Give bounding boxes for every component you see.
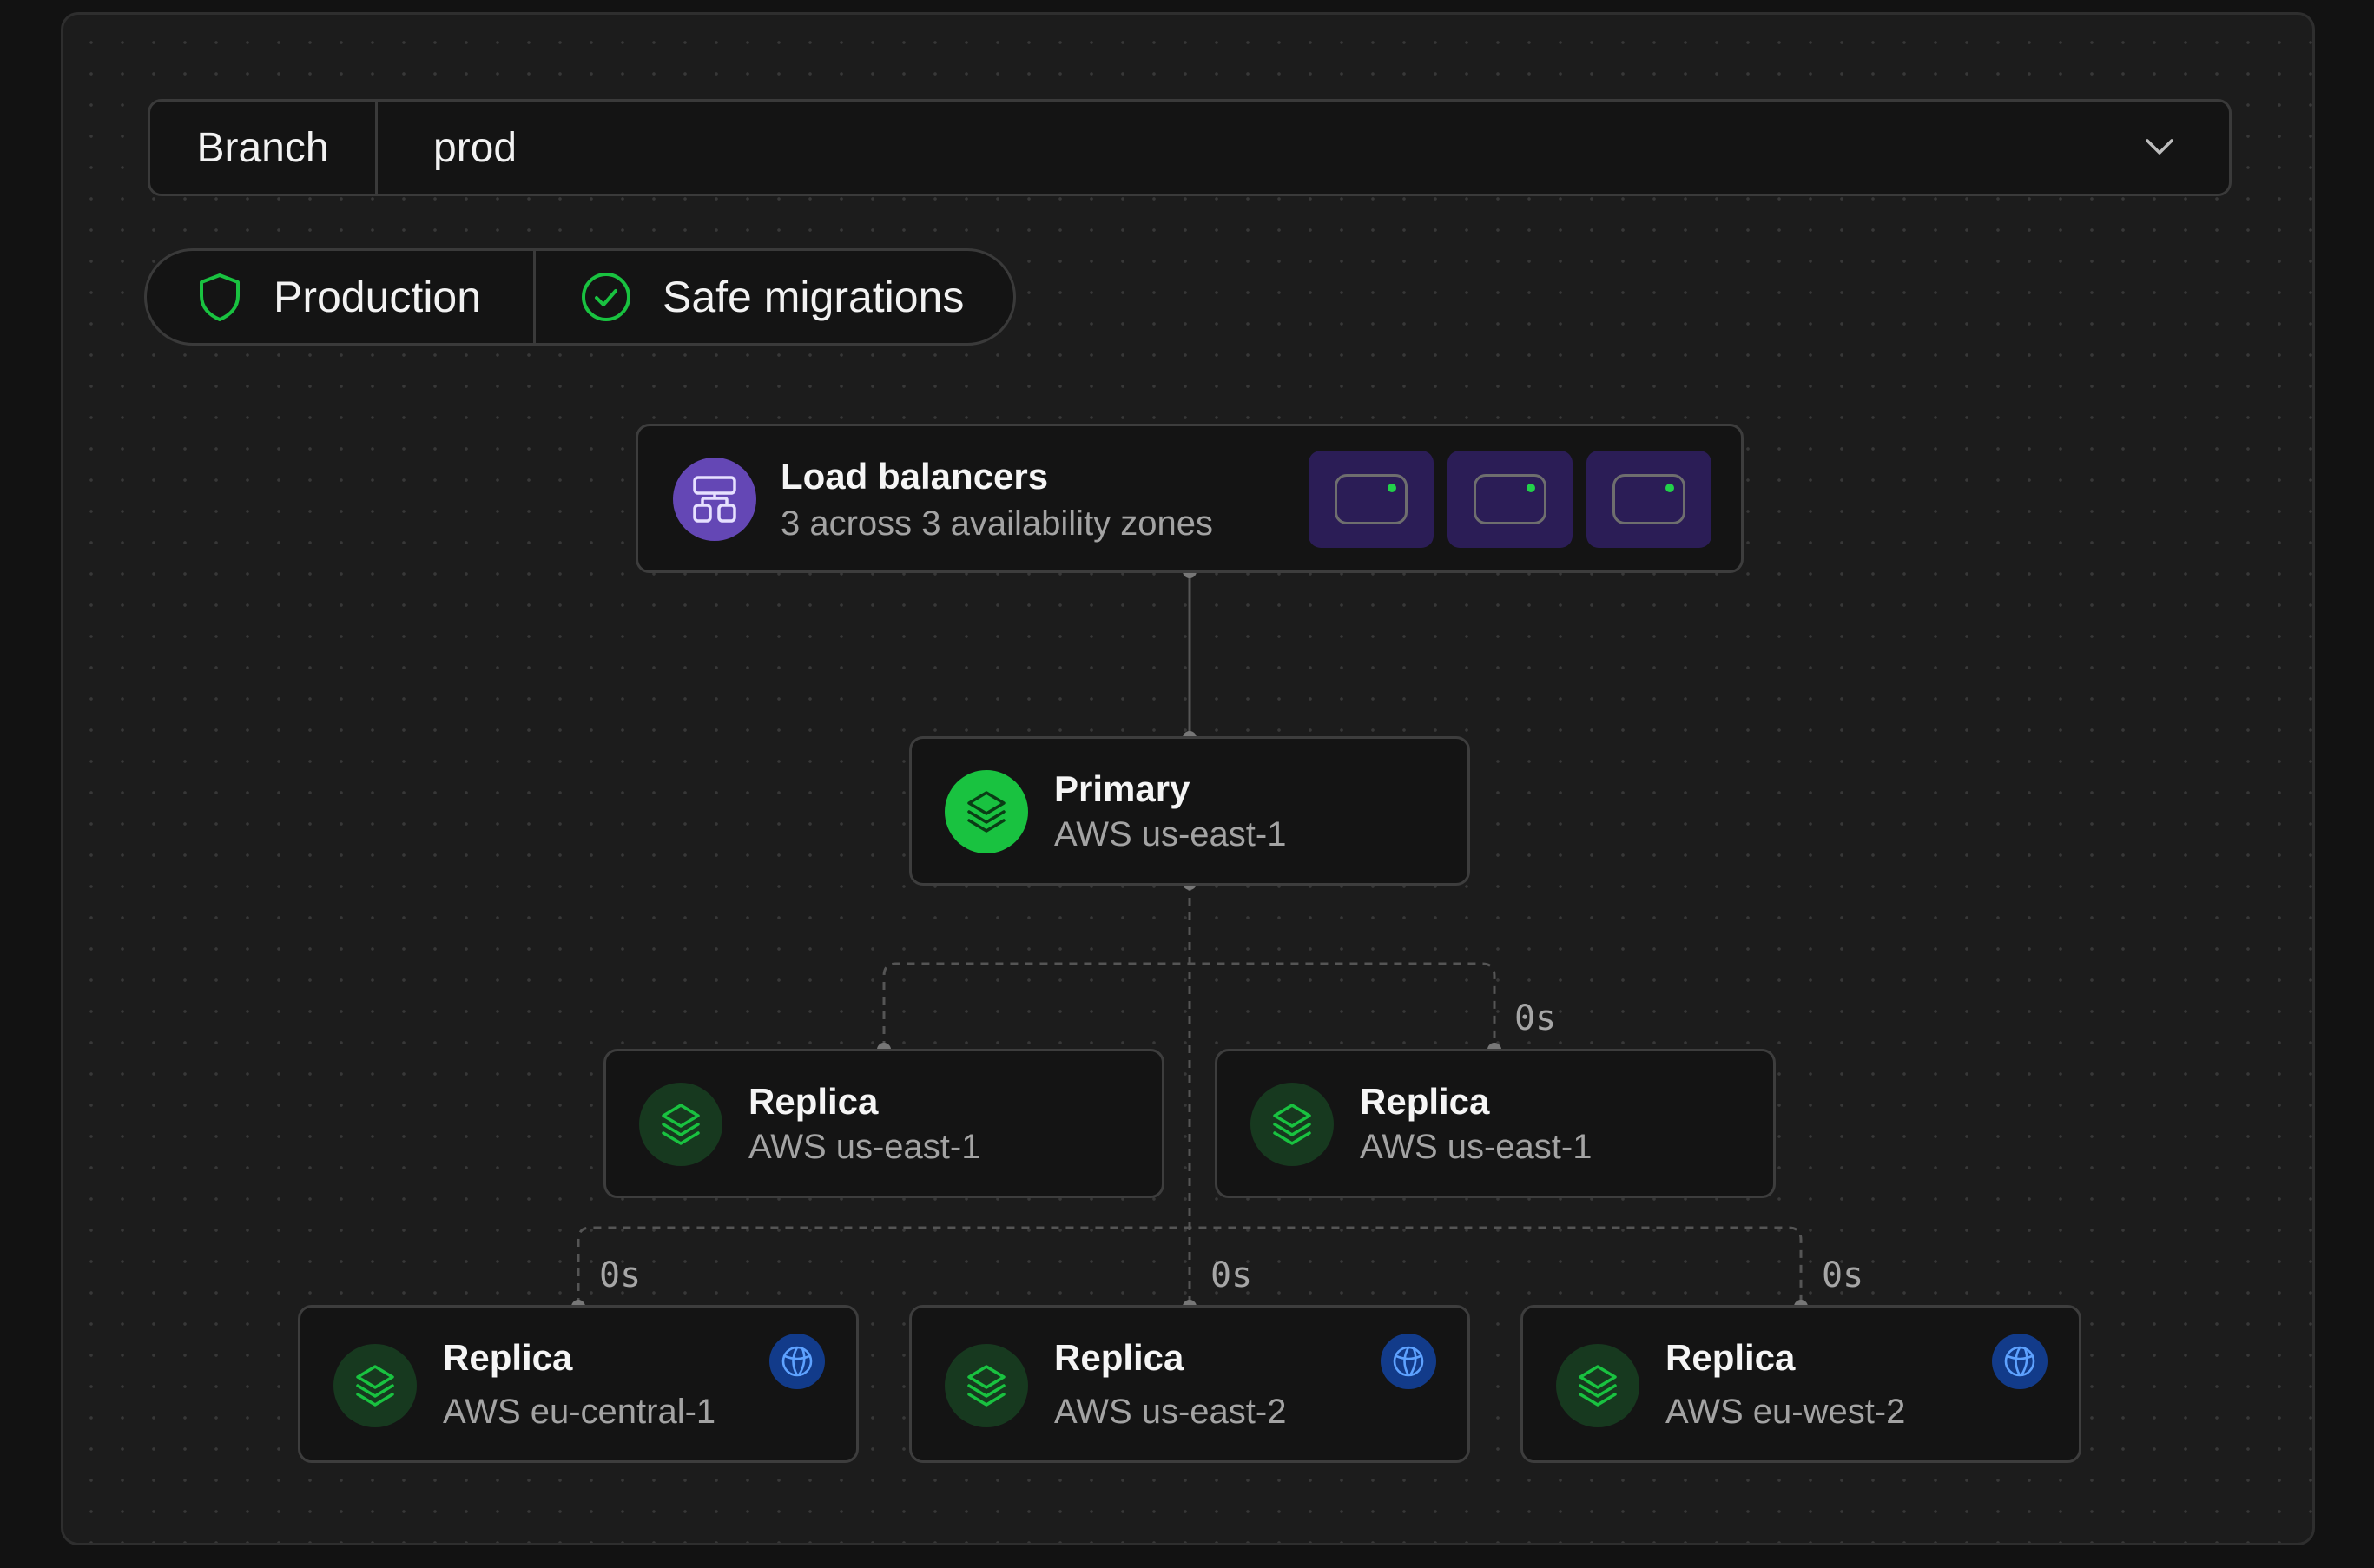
- replication-lag-label: 0s: [1822, 1255, 1864, 1295]
- database-layers-icon: [639, 1083, 722, 1166]
- status-dot: [1665, 484, 1674, 492]
- replica-title: Replica: [1665, 1337, 1796, 1378]
- replica-title: Replica: [748, 1081, 879, 1122]
- load-balancer-icon: [673, 458, 756, 541]
- load-balancer-instance[interactable]: [1586, 451, 1711, 548]
- replica-node[interactable]: Replica AWS us-east-2: [909, 1305, 1470, 1463]
- replica-node[interactable]: Replica AWS us-east-1: [603, 1049, 1164, 1198]
- status-dot: [1527, 484, 1535, 492]
- globe-icon: [1992, 1334, 2048, 1389]
- replica-node[interactable]: Replica AWS us-east-1: [1215, 1049, 1776, 1198]
- replica-title: Replica: [1054, 1337, 1184, 1378]
- replica-node[interactable]: Replica AWS eu-central-1: [298, 1305, 859, 1463]
- database-layers-icon: [1250, 1083, 1334, 1166]
- globe-icon: [1381, 1334, 1436, 1389]
- load-balancers-subtitle: 3 across 3 availability zones: [781, 504, 1214, 543]
- replica-region: AWS eu-west-2: [1665, 1393, 1906, 1431]
- replica-region: AWS us-east-2: [1054, 1393, 1287, 1431]
- status-dot: [1388, 484, 1396, 492]
- globe-icon: [769, 1334, 825, 1389]
- replica-region: AWS eu-central-1: [443, 1393, 716, 1431]
- replica-region: AWS us-east-1: [748, 1128, 981, 1166]
- load-balancers-node[interactable]: Load balancers 3 across 3 availability z…: [636, 424, 1744, 573]
- replica-title: Replica: [1360, 1081, 1490, 1122]
- database-layers-icon: [945, 1344, 1028, 1427]
- primary-title: Primary: [1054, 768, 1190, 809]
- server-icon: [1474, 474, 1546, 524]
- replica-region: AWS us-east-1: [1360, 1128, 1593, 1166]
- server-icon: [1335, 474, 1408, 524]
- database-layers-icon: [333, 1344, 417, 1427]
- primary-node[interactable]: Primary AWS us-east-1: [909, 736, 1470, 886]
- load-balancers-title: Load balancers: [781, 456, 1049, 497]
- replica-node[interactable]: Replica AWS eu-west-2: [1520, 1305, 2081, 1463]
- replica-title: Replica: [443, 1337, 573, 1378]
- load-balancer-instance[interactable]: [1309, 451, 1434, 548]
- database-layers-icon: [1556, 1344, 1639, 1427]
- replication-lag-label: 0s: [1514, 998, 1557, 1038]
- load-balancer-instance[interactable]: [1447, 451, 1573, 548]
- replication-lag-label: 0s: [599, 1255, 642, 1295]
- primary-region: AWS us-east-1: [1054, 815, 1287, 853]
- server-icon: [1612, 474, 1685, 524]
- replication-lag-label: 0s: [1210, 1255, 1253, 1295]
- database-layers-icon: [945, 770, 1028, 853]
